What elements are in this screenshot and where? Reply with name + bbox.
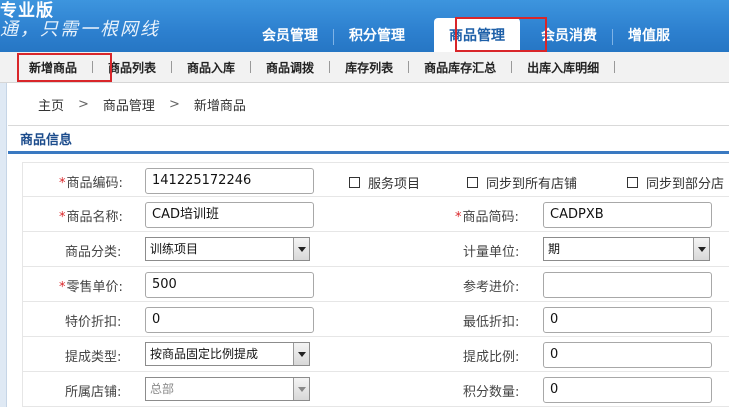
unit-select[interactable]: 期 [543, 237, 710, 261]
category-select[interactable]: 训练项目 [145, 237, 310, 261]
form-row: *零售单价: 500 参考进价: [22, 267, 729, 302]
breadcrumb-current: 新增商品 [193, 99, 246, 114]
required-mark: * [59, 280, 66, 295]
ref-purchase-price-input[interactable] [543, 272, 712, 298]
subnav-in-out-detail[interactable]: 出库入库明细 [512, 59, 614, 76]
commission-type-select[interactable]: 按商品固定比例提成 [145, 342, 310, 366]
unit-select-value: 期 [548, 242, 561, 256]
form-row: 所属店铺: 总部 积分数量: 0 [22, 372, 729, 407]
special-discount-input[interactable]: 0 [145, 307, 314, 333]
checkbox-box[interactable] [349, 177, 360, 188]
chevron-down-icon[interactable] [293, 343, 309, 365]
product-form: *商品编码: 141225172246 服务项目 同步到所有店铺 同步到部分店 … [22, 162, 729, 407]
subnav-inventory-summary[interactable]: 商品库存汇总 [409, 59, 511, 76]
sync-some-label: 同步到部分店 [646, 177, 725, 192]
sync-all-label: 同步到所有店铺 [486, 177, 578, 192]
form-row: *商品编码: 141225172246 服务项目 同步到所有店铺 同步到部分店 [22, 162, 729, 197]
service-item-label: 服务项目 [368, 177, 421, 192]
product-name-input[interactable]: CAD培训班 [145, 202, 314, 228]
store-label: 所属店铺: [65, 385, 122, 400]
commission-ratio-input[interactable]: 0 [543, 342, 712, 368]
sync-some-stores-checkbox[interactable]: 同步到部分店 [627, 173, 724, 192]
breadcrumb-separator: > [168, 97, 180, 112]
product-abbr-label-text: 商品简码: [462, 210, 519, 225]
category-select-value: 训练项目 [150, 242, 199, 256]
product-code-label-text: 商品编码: [66, 176, 123, 191]
product-name-label: *商品名称: [59, 206, 123, 225]
service-item-checkbox[interactable]: 服务项目 [349, 173, 420, 192]
brand-slogan: 通，只需一根网线 [0, 19, 160, 40]
subnav-divider [614, 61, 616, 73]
section-title: 商品信息 [8, 127, 729, 154]
breadcrumb-separator: > [78, 97, 89, 112]
form-row: *商品名称: CAD培训班 *商品简码: CADPXB [22, 197, 729, 232]
special-discount-label: 特价折扣: [65, 315, 122, 330]
left-sidebar-strip [0, 83, 7, 407]
subnav-stock-in[interactable]: 商品入库 [172, 59, 250, 76]
app-header: 专业版 通，只需一根网线 会员管理 积分管理 商品管理 会员消费 增值服 [0, 0, 729, 52]
commission-type-label: 提成类型: [65, 350, 122, 365]
required-mark: * [455, 210, 462, 225]
subnav-inventory-list[interactable]: 库存列表 [330, 59, 408, 76]
breadcrumb-home[interactable]: 主页 [38, 95, 64, 114]
product-abbr-input[interactable]: CADPXB [543, 202, 712, 228]
checkbox-box[interactable] [627, 177, 638, 188]
points-label: 积分数量: [463, 385, 520, 400]
retail-price-label: *零售单价: [59, 276, 123, 295]
chevron-down-icon[interactable] [693, 238, 709, 260]
min-discount-input[interactable]: 0 [543, 307, 712, 333]
category-label: 商品分类: [65, 245, 122, 260]
chevron-down-icon [293, 378, 309, 400]
required-mark: * [59, 176, 66, 191]
store-select: 总部 [145, 377, 310, 401]
subnav-transfer[interactable]: 商品调拨 [251, 59, 329, 76]
product-name-label-text: 商品名称: [66, 210, 123, 225]
min-discount-label: 最低折扣: [463, 315, 520, 330]
tab-points-management[interactable]: 积分管理 [334, 18, 420, 52]
unit-label: 计量单位: [463, 245, 520, 260]
retail-price-input[interactable]: 500 [145, 272, 314, 298]
commission-type-select-value: 按商品固定比例提成 [150, 347, 259, 361]
required-mark: * [59, 210, 66, 225]
product-abbr-label: *商品简码: [455, 206, 519, 225]
tab-member-management[interactable]: 会员管理 [247, 18, 333, 52]
form-row: 商品分类: 训练项目 计量单位: 期 [22, 232, 729, 267]
chevron-down-icon[interactable] [293, 238, 309, 260]
commission-ratio-label: 提成比例: [463, 350, 520, 365]
product-code-label: *商品编码: [59, 172, 123, 191]
breadcrumb-section[interactable]: 商品管理 [103, 95, 155, 114]
sync-all-stores-checkbox[interactable]: 同步到所有店铺 [467, 173, 577, 192]
form-row: 提成类型: 按商品固定比例提成 提成比例: 0 [22, 337, 729, 372]
product-code-input[interactable]: 141225172246 [145, 168, 314, 194]
retail-price-label-text: 零售单价: [66, 280, 123, 295]
highlight-box-main-tab [455, 17, 547, 52]
highlight-box-sub-tab [17, 53, 112, 82]
store-select-value: 总部 [150, 382, 175, 396]
form-row: 特价折扣: 0 最低折扣: 0 [22, 302, 729, 337]
tab-value-added-services[interactable]: 增值服 [613, 18, 685, 52]
breadcrumb: 主页 > 商品管理 > 新增商品 [8, 84, 729, 126]
points-input[interactable]: 0 [543, 377, 712, 403]
ref-purchase-price-label: 参考进价: [463, 280, 520, 295]
checkbox-box[interactable] [467, 177, 478, 188]
